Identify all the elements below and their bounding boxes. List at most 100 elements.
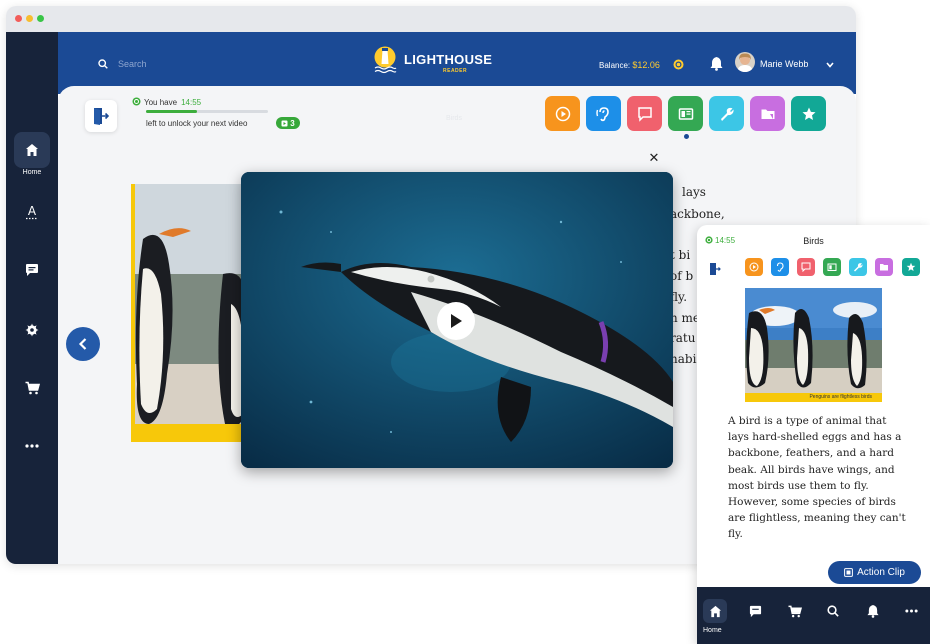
- sidebar-item-label: Home: [22, 169, 42, 176]
- balance-label: Balance:: [599, 61, 631, 70]
- timer-icon: [132, 97, 141, 106]
- ear-icon: [776, 262, 784, 272]
- avatar-icon: [737, 53, 753, 72]
- tablet-tool-listen[interactable]: [771, 258, 789, 276]
- font-icon: A: [26, 204, 38, 220]
- gear-icon: [25, 323, 39, 337]
- chevron-down-icon[interactable]: [826, 62, 834, 68]
- sidebar: Home A: [6, 32, 58, 564]
- story-text-fragment: of b: [670, 269, 694, 283]
- wrench-icon: [720, 107, 734, 121]
- video-count: 3: [290, 118, 295, 128]
- timer-value: 14:55: [181, 98, 202, 107]
- sidebar-item-font[interactable]: A: [14, 194, 50, 230]
- clip-icon: [844, 568, 853, 577]
- bell-icon[interactable]: [710, 56, 723, 71]
- sidebar-item-home[interactable]: [14, 132, 50, 168]
- exit-button[interactable]: [85, 100, 117, 132]
- tool-listen-button[interactable]: [586, 96, 621, 131]
- unlock-progress-bar: [146, 110, 268, 113]
- search-icon[interactable]: [98, 59, 108, 69]
- video-count-badge: 3: [276, 117, 300, 129]
- tool-read-button[interactable]: [668, 96, 703, 131]
- folder-icon: [761, 109, 774, 119]
- tablet-preview: Birds 14:55 Penguins are flightless bird…: [697, 225, 930, 644]
- cart-icon: [788, 605, 802, 617]
- tablet-tool-star[interactable]: [902, 258, 920, 276]
- star-icon: [906, 262, 916, 271]
- unlock-timer: You have 14:55: [132, 97, 201, 107]
- tool-wrench-button[interactable]: [709, 96, 744, 131]
- tablet-story-text: A bird is a type of animal that lays har…: [728, 415, 906, 541]
- home-icon: [26, 144, 38, 156]
- play-icon: [451, 314, 462, 328]
- video-play-button[interactable]: [437, 302, 475, 340]
- tablet-nav-cart[interactable]: [783, 599, 807, 623]
- story-text-fragment: nabi: [670, 352, 697, 366]
- article-photo: [131, 184, 243, 442]
- story-text-fragment: n me: [670, 311, 701, 325]
- app-subtitle: READER: [443, 68, 468, 74]
- more-icon: [904, 609, 918, 613]
- star-icon: [802, 107, 815, 120]
- chat-icon: [26, 264, 38, 276]
- story-text-fragment: ratu: [670, 331, 696, 345]
- app-title: LIGHTHOUSE: [404, 52, 493, 67]
- tablet-timer-value: 14:55: [715, 236, 736, 245]
- tablet-tool-read[interactable]: [823, 258, 841, 276]
- folder-icon: [880, 264, 888, 271]
- book-icon: [827, 263, 837, 271]
- tablet-tool-folder[interactable]: [875, 258, 893, 276]
- avatar[interactable]: [735, 52, 755, 72]
- balance-display: Balance: $12.06: [599, 60, 660, 70]
- timer-icon: [705, 236, 713, 244]
- unlock-text: left to unlock your next video: [146, 119, 248, 128]
- story-text-fragment: t bi: [670, 248, 691, 262]
- bell-icon: [867, 605, 879, 618]
- sidebar-item-chat[interactable]: [14, 252, 50, 288]
- close-video-button[interactable]: ✕: [646, 150, 662, 166]
- tool-folder-button[interactable]: [750, 96, 785, 131]
- search-icon: [827, 605, 839, 617]
- tool-comment-button[interactable]: [627, 96, 662, 131]
- cart-icon: [25, 381, 40, 395]
- sidebar-item-cart[interactable]: [14, 370, 50, 406]
- top-bar: Search LIGHTHOUSE READER Balance: $12.06…: [58, 32, 856, 94]
- user-name[interactable]: Marie Webb: [760, 59, 808, 69]
- window-close-dot[interactable]: [15, 15, 22, 22]
- svg-text:A: A: [28, 204, 37, 218]
- window-maximize-dot[interactable]: [37, 15, 44, 22]
- chat-icon: [749, 605, 761, 617]
- lighthouse-logo-icon: [374, 46, 397, 74]
- balance-value: $12.06: [632, 60, 660, 70]
- wrench-icon: [854, 263, 863, 272]
- page-title-faint: Birds: [446, 115, 462, 122]
- video-player[interactable]: [241, 172, 673, 468]
- comment-icon: [801, 262, 811, 272]
- previous-page-button[interactable]: [66, 327, 100, 361]
- window-minimize-dot[interactable]: [26, 15, 33, 22]
- tablet-tool-wrench[interactable]: [849, 258, 867, 276]
- story-text-fragment: ackbone,: [670, 207, 725, 221]
- tablet-tool-comment[interactable]: [797, 258, 815, 276]
- search-input[interactable]: Search: [118, 59, 147, 69]
- penguin-photo-image: [135, 184, 243, 442]
- action-clip-button[interactable]: Action Clip: [828, 561, 921, 584]
- chevron-left-icon: [78, 338, 87, 350]
- comment-icon: [637, 106, 652, 122]
- sidebar-item-more[interactable]: [14, 428, 50, 464]
- tablet-nav-notifications[interactable]: [861, 599, 885, 623]
- tablet-tool-play[interactable]: [745, 258, 763, 276]
- tablet-nav-chat[interactable]: [743, 599, 767, 623]
- tablet-nav-search[interactable]: [821, 599, 845, 623]
- sidebar-item-settings[interactable]: [14, 312, 50, 348]
- tool-play-button[interactable]: [545, 96, 580, 131]
- exit-door-icon[interactable]: [709, 262, 721, 276]
- story-text-fragment: lays: [682, 185, 706, 199]
- home-icon: [709, 605, 721, 617]
- timer-prefix: You have: [144, 98, 178, 107]
- tablet-nav-more[interactable]: [899, 599, 923, 623]
- ear-icon: [595, 106, 609, 121]
- tablet-nav-home[interactable]: [703, 599, 727, 623]
- tool-star-button[interactable]: [791, 96, 826, 131]
